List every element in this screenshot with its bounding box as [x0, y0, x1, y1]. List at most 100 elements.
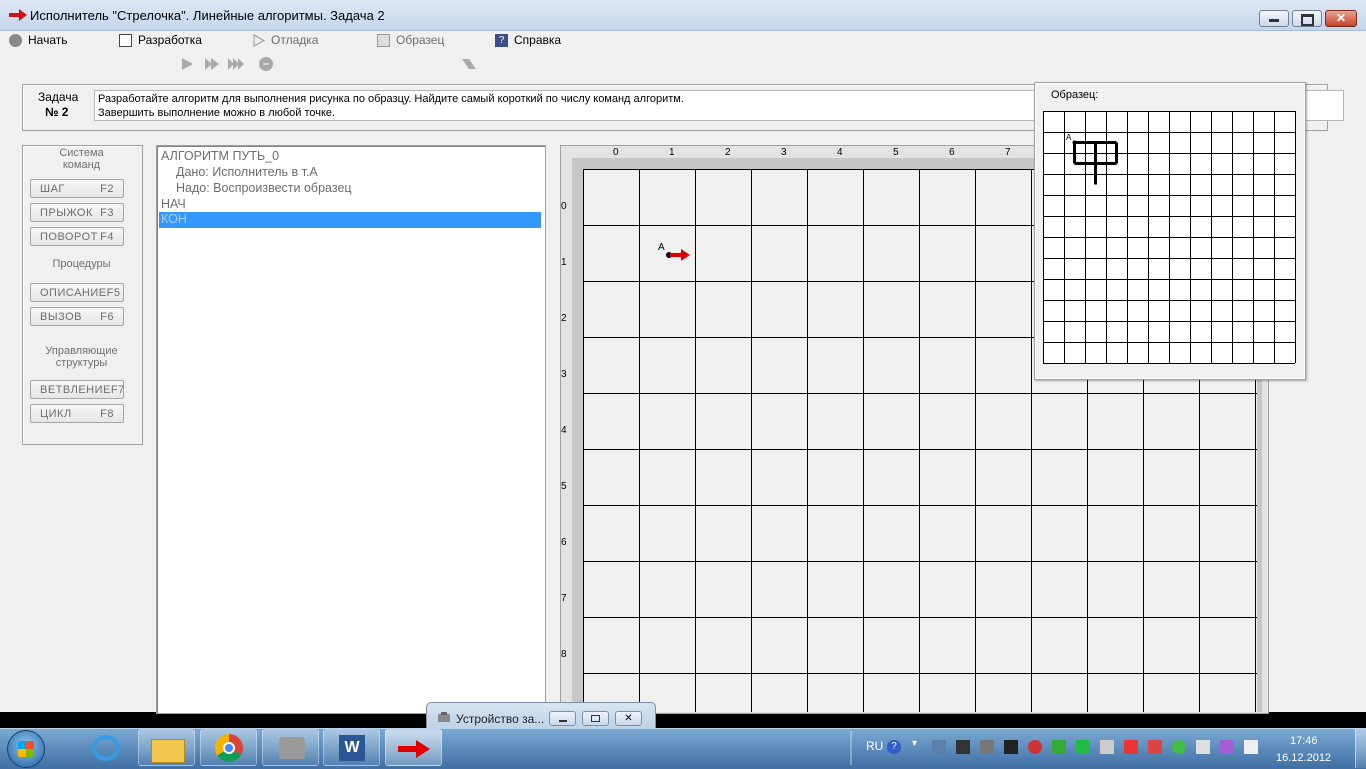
algorithm-line[interactable]: Дано: Исполнитель в т.А [176, 165, 318, 179]
window-title: Исполнитель "Стрелочка". Линейные алгори… [30, 8, 385, 23]
menu-start-label: Начать [28, 33, 68, 47]
clock-date[interactable]: 16.12.2012 [1276, 752, 1331, 764]
algorithm-editor[interactable] [156, 145, 546, 714]
sample-start-point [1072, 140, 1077, 145]
tray-blocked-icon[interactable] [1148, 740, 1162, 754]
jump-button[interactable]: ПРЫЖОК F3 [30, 203, 124, 222]
language-indicator[interactable]: RU [866, 739, 883, 753]
sample-icon [377, 33, 390, 47]
row-number: 8 [561, 649, 567, 660]
row-number: 6 [561, 537, 567, 548]
tray-safely-remove-icon[interactable] [1244, 740, 1258, 754]
close-icon: ✕ [1335, 11, 1347, 25]
tray-monitor-icon[interactable] [956, 740, 970, 754]
folder-icon [151, 739, 185, 763]
tray-volume-icon[interactable] [1100, 740, 1114, 754]
taskbar-ie-button[interactable] [77, 729, 134, 766]
step-button[interactable]: ШАГ F2 [30, 179, 124, 198]
fast-run-icon[interactable] [227, 57, 245, 71]
clock-time[interactable]: 17:46 [1290, 735, 1318, 747]
device-close-button[interactable]: ✕ [615, 711, 642, 726]
develop-icon [119, 33, 132, 47]
tray-app-icon[interactable] [1076, 740, 1090, 754]
menu-start[interactable]: Начать [9, 32, 68, 48]
close-button[interactable]: ✕ [1325, 10, 1357, 27]
menu-help-label: Справка [514, 33, 562, 47]
device-dialog-title: Устройство за... [456, 712, 545, 726]
help-tray-icon[interactable]: ? [887, 740, 901, 754]
menu-debug[interactable]: Отладка [252, 32, 318, 48]
taskbar-word-button[interactable]: W [323, 729, 380, 766]
device-minimize-button[interactable] [549, 711, 576, 726]
minimize-icon [1269, 19, 1279, 22]
sample-start-label: A [1066, 133, 1072, 142]
menu-develop[interactable]: Разработка [119, 32, 202, 48]
step-run-icon[interactable] [204, 57, 220, 71]
ie-icon [92, 735, 120, 761]
column-number: 5 [893, 147, 899, 158]
column-number: 1 [669, 147, 675, 158]
task-number: № 2 [45, 105, 69, 119]
task-label: Задача [38, 90, 79, 104]
chrome-icon [215, 734, 243, 762]
column-number: 3 [781, 147, 787, 158]
menu-develop-label: Разработка [138, 33, 202, 47]
tray-antivirus-icon[interactable] [1028, 740, 1042, 754]
speaker-icon[interactable] [1196, 740, 1210, 754]
row-number: 1 [561, 257, 567, 268]
start-button[interactable] [7, 730, 45, 768]
clear-icon[interactable] [461, 57, 477, 71]
column-number: 4 [837, 147, 843, 158]
row-number: 7 [561, 593, 567, 604]
device-icon [438, 712, 450, 722]
turn-button[interactable]: ПОВОРОТ F4 [30, 227, 124, 246]
restore-icon [1300, 14, 1314, 26]
tray-tools-icon[interactable] [932, 740, 946, 754]
device-restore-button[interactable] [582, 711, 609, 726]
tray-device-icon[interactable] [980, 740, 994, 754]
branch-button[interactable]: ВЕТВЛЕНИЕ F7 [30, 380, 124, 399]
arrow-executor-icon [666, 249, 690, 261]
show-hidden-icons-icon[interactable]: ▾ [912, 738, 917, 749]
restore-button[interactable] [1292, 10, 1322, 27]
loop-button[interactable]: ЦИКЛ F8 [30, 404, 124, 423]
control-structures-group-label: Управляющие структуры [45, 345, 118, 369]
algorithm-line[interactable]: Надо: Воспроизвести образец [176, 181, 352, 195]
run-icon[interactable] [180, 57, 194, 71]
algorithm-line[interactable]: АЛГОРИТМ ПУТЬ_0 [161, 149, 279, 163]
tray-network-icon[interactable] [1052, 740, 1066, 754]
tray-alert-icon[interactable] [1124, 740, 1138, 754]
taskbar-separator [850, 731, 852, 765]
call-button[interactable]: ВЫЗОВ F6 [30, 307, 124, 326]
taskbar-explorer-button[interactable] [138, 729, 195, 766]
tray-media-icon[interactable] [1220, 740, 1234, 754]
column-number: 6 [949, 147, 955, 158]
selected-line-highlight [159, 212, 541, 228]
describe-button[interactable]: ОПИСАНИЕ F5 [30, 283, 124, 302]
sample-grid [1043, 111, 1296, 364]
show-desktop-button[interactable] [1355, 729, 1366, 768]
column-number: 0 [613, 147, 619, 158]
algorithm-line[interactable]: НАЧ [161, 197, 186, 211]
procedures-group-label: Процедуры [52, 258, 111, 270]
stop-icon[interactable] [258, 56, 274, 72]
tray-display-icon[interactable] [1004, 740, 1018, 754]
menu-sample[interactable]: Образец [377, 32, 444, 48]
menu-help[interactable]: ? Справка [495, 32, 561, 48]
column-number: 7 [1005, 147, 1011, 158]
taskbar-chrome-button[interactable] [200, 729, 257, 766]
arrow-app-icon [398, 740, 430, 758]
algorithm-line-selected[interactable]: КОН [161, 212, 187, 226]
arrow-app-icon [9, 9, 27, 21]
device-manager-icon [279, 737, 305, 759]
row-number: 0 [561, 201, 567, 212]
taskbar-arrow-app-button[interactable] [385, 729, 442, 766]
row-number: 3 [561, 369, 567, 380]
menu-debug-label: Отладка [271, 33, 319, 47]
row-number: 4 [561, 425, 567, 436]
word-icon: W [339, 735, 365, 761]
row-number: 5 [561, 481, 567, 492]
tray-ok-icon[interactable] [1172, 740, 1186, 754]
minimize-button[interactable] [1259, 10, 1289, 27]
taskbar-device-button[interactable] [262, 729, 319, 766]
